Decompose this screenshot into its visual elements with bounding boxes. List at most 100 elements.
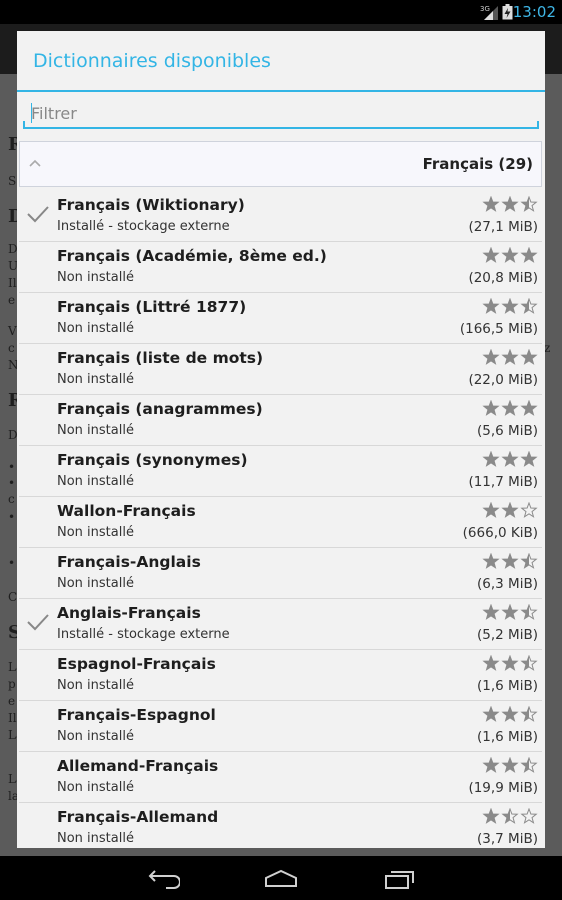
dictionary-row[interactable]: Français-Anglais Non installé (6,3 MiB) bbox=[19, 548, 542, 599]
dictionary-row[interactable]: Français (Wiktionary) Installé - stockage… bbox=[19, 191, 542, 242]
recent-apps-icon[interactable] bbox=[382, 866, 418, 890]
dictionary-name: Français (anagrammes) bbox=[57, 400, 263, 418]
dictionary-name: Français-Allemand bbox=[57, 808, 219, 826]
star bbox=[501, 196, 519, 212]
home-icon[interactable] bbox=[263, 866, 299, 890]
star bbox=[520, 502, 538, 518]
rating-stars-icon bbox=[482, 553, 538, 569]
filter-underline bbox=[23, 127, 539, 129]
dictionary-row[interactable]: Français (Académie, 8ème ed.) Non install… bbox=[19, 242, 542, 293]
checkmark-icon bbox=[27, 206, 49, 223]
clock: 13:02 bbox=[512, 3, 556, 21]
dictionary-row[interactable]: Allemand-Français Non installé (19,9 MiB) bbox=[19, 752, 542, 803]
download-size: (5,6 MiB) bbox=[477, 423, 538, 439]
rating-stars-icon bbox=[482, 451, 538, 467]
download-size: (20,8 MiB) bbox=[468, 270, 538, 286]
download-size: (6,3 MiB) bbox=[477, 576, 538, 592]
dictionary-name: Anglais-Français bbox=[57, 604, 201, 622]
signal-3g-icon: 3G bbox=[480, 5, 498, 20]
download-size: (27,1 MiB) bbox=[468, 219, 538, 235]
chevron-up-icon bbox=[29, 159, 41, 167]
dictionary-row[interactable]: Français-Allemand Non installé (3,7 MiB) bbox=[19, 803, 542, 848]
battery-charging-icon bbox=[502, 4, 513, 20]
rating-stars-icon bbox=[482, 502, 538, 518]
network-label: 3G bbox=[480, 5, 490, 13]
star bbox=[501, 757, 519, 773]
rating-stars-icon bbox=[482, 808, 538, 824]
available-dictionaries-dialog: Dictionnaires disponibles Français (29) … bbox=[17, 31, 545, 848]
star bbox=[501, 298, 519, 314]
dictionary-name: Wallon-Français bbox=[57, 502, 196, 520]
title-divider bbox=[17, 90, 545, 92]
dictionary-name: Français (liste de mots) bbox=[57, 349, 264, 367]
dictionary-name: Espagnol-Français bbox=[57, 655, 216, 673]
dictionary-name: Français (Littré 1877) bbox=[57, 298, 247, 316]
star bbox=[501, 349, 519, 365]
install-status: Non installé bbox=[57, 525, 134, 540]
dictionary-row[interactable]: Français (liste de mots) Non installé (22,… bbox=[19, 344, 542, 395]
star bbox=[501, 604, 519, 620]
checkmark-icon bbox=[27, 614, 49, 631]
dictionary-row[interactable]: Français (Littré 1877) Non installé (166,5… bbox=[19, 293, 542, 344]
filter-field[interactable] bbox=[23, 99, 541, 129]
dictionary-name: Français (Wiktionary) bbox=[57, 196, 245, 214]
star bbox=[501, 553, 519, 569]
install-status: Non installé bbox=[57, 576, 134, 591]
dictionary-row[interactable]: Français (synonymes) Non installé (11,7 Mi… bbox=[19, 446, 542, 497]
star bbox=[520, 349, 538, 365]
filter-input[interactable] bbox=[23, 99, 541, 127]
star bbox=[520, 247, 538, 263]
rating-stars-icon bbox=[482, 400, 538, 416]
rating-stars-icon bbox=[482, 247, 538, 263]
rating-stars-icon bbox=[482, 604, 538, 620]
download-size: (22,0 MiB) bbox=[468, 372, 538, 388]
star bbox=[482, 808, 500, 824]
dictionary-row[interactable]: Anglais-Français Installé - stockage exte… bbox=[19, 599, 542, 650]
text-cursor bbox=[31, 103, 32, 123]
download-size: (1,6 MiB) bbox=[477, 678, 538, 694]
rating-stars-icon bbox=[482, 298, 538, 314]
install-status: Non installé bbox=[57, 729, 134, 744]
dictionary-name: Français-Espagnol bbox=[57, 706, 216, 724]
install-status: Installé - stockage externe bbox=[57, 627, 230, 642]
star bbox=[482, 604, 500, 620]
dictionary-row[interactable]: Espagnol-Français Non installé (1,6 MiB) bbox=[19, 650, 542, 701]
group-header-french[interactable]: Français (29) bbox=[19, 141, 542, 187]
download-size: (3,7 MiB) bbox=[477, 831, 538, 847]
rating-stars-icon bbox=[482, 349, 538, 365]
star bbox=[501, 655, 519, 671]
install-status: Non installé bbox=[57, 474, 134, 489]
download-size: (666,0 KiB) bbox=[462, 525, 538, 541]
rating-stars-icon bbox=[482, 757, 538, 773]
star bbox=[520, 400, 538, 416]
rating-stars-icon bbox=[482, 655, 538, 671]
star bbox=[520, 808, 538, 824]
star bbox=[482, 655, 500, 671]
star bbox=[482, 553, 500, 569]
star bbox=[482, 196, 500, 212]
star bbox=[482, 349, 500, 365]
install-status: Non installé bbox=[57, 270, 134, 285]
star bbox=[501, 706, 519, 722]
dictionary-row[interactable]: Français-Espagnol Non installé (1,6 MiB) bbox=[19, 701, 542, 752]
dictionary-row[interactable]: Wallon-Français Non installé (666,0 KiB) bbox=[19, 497, 542, 548]
star bbox=[501, 247, 519, 263]
star bbox=[482, 757, 500, 773]
star bbox=[501, 502, 519, 518]
star bbox=[482, 400, 500, 416]
install-status: Non installé bbox=[57, 780, 134, 795]
status-bar: 3G 13:02 bbox=[0, 0, 562, 24]
install-status: Non installé bbox=[57, 831, 134, 846]
download-size: (166,5 MiB) bbox=[459, 321, 538, 337]
dictionary-name: Allemand-Français bbox=[57, 757, 219, 775]
download-size: (11,7 MiB) bbox=[468, 474, 538, 490]
dictionary-row[interactable]: Français (anagrammes) Non installé (5,6 Mi… bbox=[19, 395, 542, 446]
dictionary-name: Français-Anglais bbox=[57, 553, 201, 571]
download-size: (5,2 MiB) bbox=[477, 627, 538, 643]
back-icon[interactable] bbox=[144, 866, 180, 890]
star bbox=[482, 247, 500, 263]
install-status: Non installé bbox=[57, 678, 134, 693]
star bbox=[482, 502, 500, 518]
dialog-title: Dictionnaires disponibles bbox=[33, 50, 271, 72]
star bbox=[520, 451, 538, 467]
